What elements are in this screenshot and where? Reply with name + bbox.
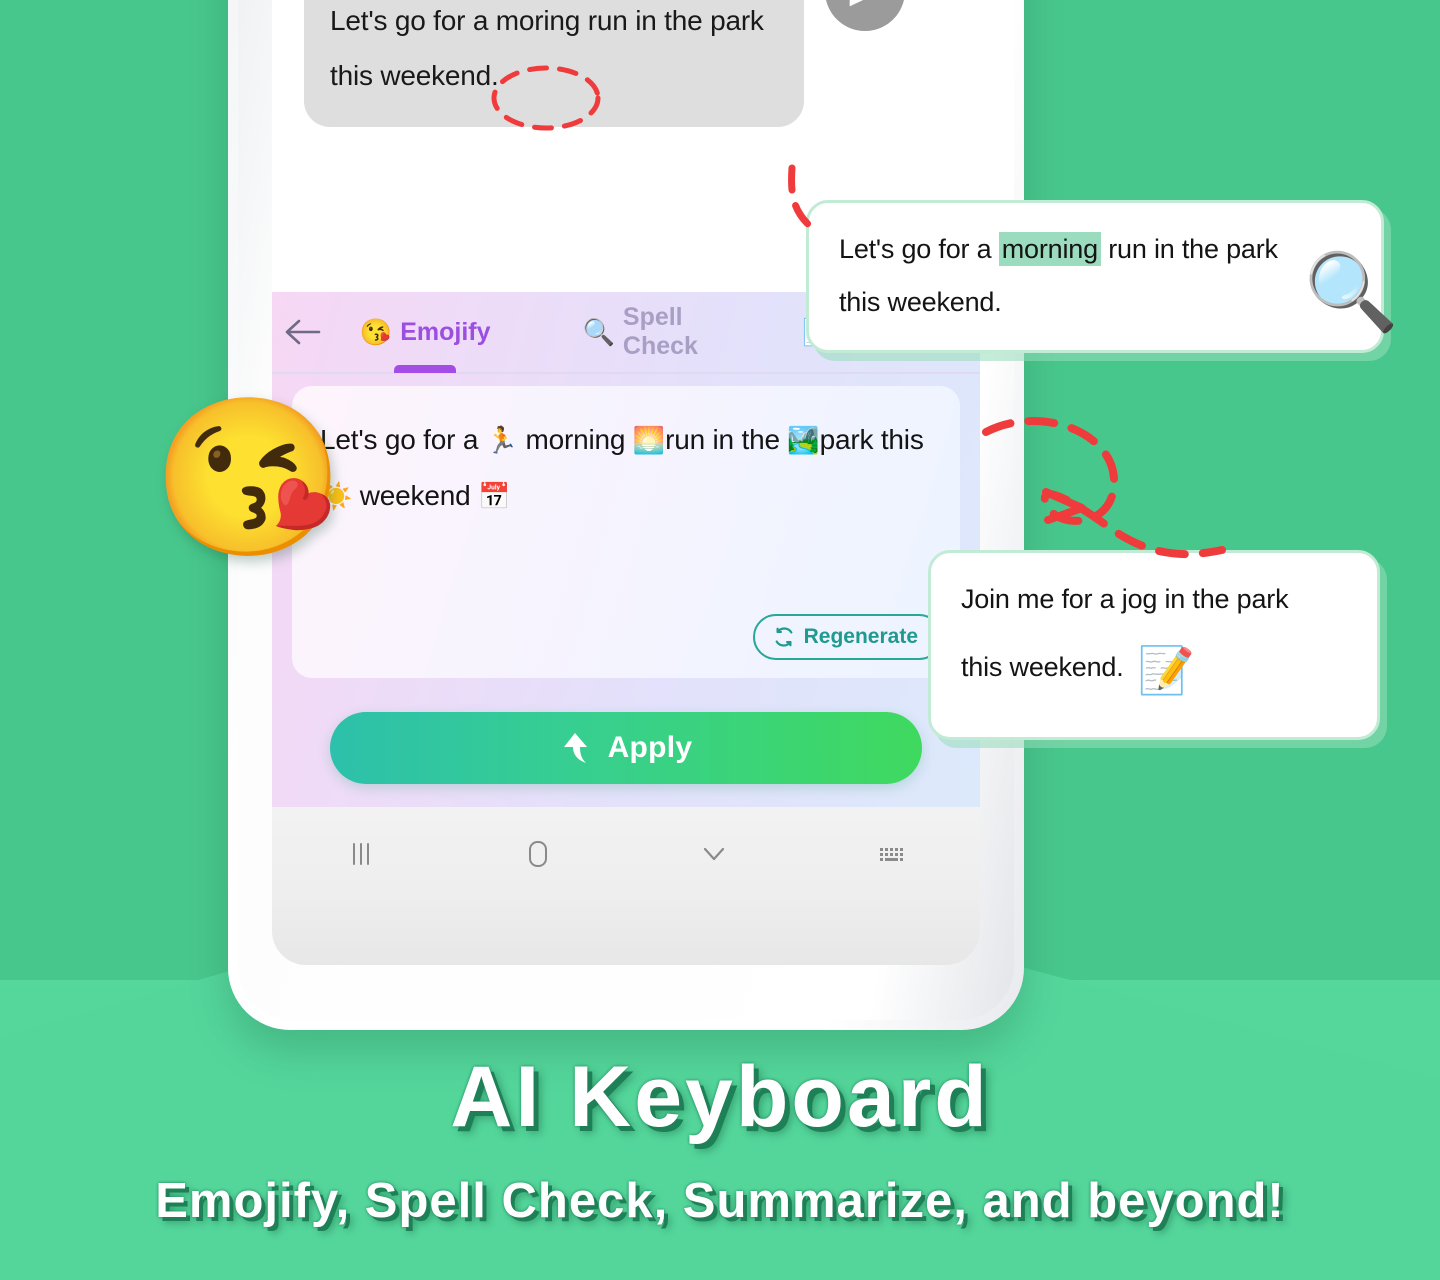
callout-text-before: Let's go for a (839, 234, 999, 264)
tab-spell-check-label: Spell Check (622, 303, 698, 360)
tab-active-indicator (394, 365, 457, 373)
android-nav-bar (272, 807, 980, 965)
magnifier-icon: 🔍 (582, 317, 615, 347)
up-arrow-icon (563, 733, 587, 763)
callout-summarize: Join me for a jog in the park this weeke… (928, 550, 1380, 741)
message-text-original: Let's go for a moring run in the park th… (330, 5, 764, 91)
regenerate-label: Regenerate (803, 625, 918, 648)
keyboard-icon (880, 848, 903, 861)
nav-home-button[interactable] (450, 829, 626, 879)
callout-spell-check-line2: this weekend. (839, 286, 1002, 317)
kissing-face-emoji-decoration: 😘 (152, 391, 345, 564)
result-emoji-3: 🌅 (632, 425, 666, 455)
nav-keyboard-switch-button[interactable] (802, 829, 980, 879)
magnifying-glass-icon: 🔍 (1304, 250, 1399, 335)
phone-device: Let's go for a moring run in the park th… (228, 0, 1024, 1030)
recents-icon (353, 843, 369, 865)
tab-emojify-label: Emojify (400, 317, 491, 346)
callout-summarize-line2: this weekend. 📝 (961, 626, 1351, 716)
result-emoji-1: 🏃 (485, 425, 518, 455)
back-arrow-icon (285, 319, 321, 345)
highlighted-word-morning: morning (998, 232, 1101, 266)
emojified-result-text[interactable]: Let's go for a 🏃 morning 🌅run in the 🏞️p… (320, 412, 938, 524)
result-emoji-5: 🏞️ (787, 425, 820, 455)
apply-button[interactable]: Apply (330, 712, 922, 784)
chevron-down-icon (703, 847, 725, 861)
send-button[interactable] (825, 0, 905, 31)
nav-recents-button[interactable] (272, 829, 450, 879)
refresh-icon (775, 627, 793, 647)
callout-text-after: run in the park (1100, 234, 1278, 264)
ai-keyboard-panel: 😘 Emojify 🔍 Spell Check 📝 Summarize Let'… (272, 292, 980, 807)
phone-screen: Let's go for a moring run in the park th… (272, 0, 980, 965)
callout-spell-check-line1: Let's go for a morning run in the park (839, 223, 1355, 276)
marketing-block: AI Keyboard Emojify, Spell Check, Summar… (0, 1048, 1440, 1229)
page-title: AI Keyboard (450, 1049, 990, 1145)
send-icon (849, 0, 864, 7)
nav-hide-keyboard-button[interactable] (626, 829, 802, 879)
regenerate-button[interactable]: Regenerate (752, 614, 942, 660)
result-text-6: park this (819, 424, 924, 455)
tab-emojify[interactable]: 😘 Emojify (356, 291, 495, 373)
page-subtitle: Emojify, Spell Check, Summarize, and bey… (155, 1174, 1285, 1228)
back-button[interactable] (272, 317, 332, 347)
result-text-4: run in the (665, 424, 788, 455)
callout-spell-check: Let's go for a morning run in the park t… (806, 200, 1399, 354)
result-card: Let's go for a 🏃 morning 🌅run in the 🏞️p… (292, 386, 960, 678)
result-text-2: morning (517, 424, 633, 455)
kissing-face-icon: 😘 (359, 317, 393, 347)
home-icon (529, 841, 547, 867)
callout-summarize-line1: Join me for a jog in the park (961, 584, 1289, 614)
result-text-8: weekend (352, 480, 479, 511)
result-emoji-9: 📅 (478, 481, 511, 511)
memo-pencil-icon: 📝 (1137, 643, 1195, 696)
message-bubble-original[interactable]: Let's go for a moring run in the park th… (304, 0, 804, 128)
apply-label: Apply (607, 731, 693, 764)
tab-spell-check[interactable]: 🔍 Spell Check (579, 291, 717, 373)
callout-summarize-line2-text: this weekend. (961, 651, 1124, 682)
